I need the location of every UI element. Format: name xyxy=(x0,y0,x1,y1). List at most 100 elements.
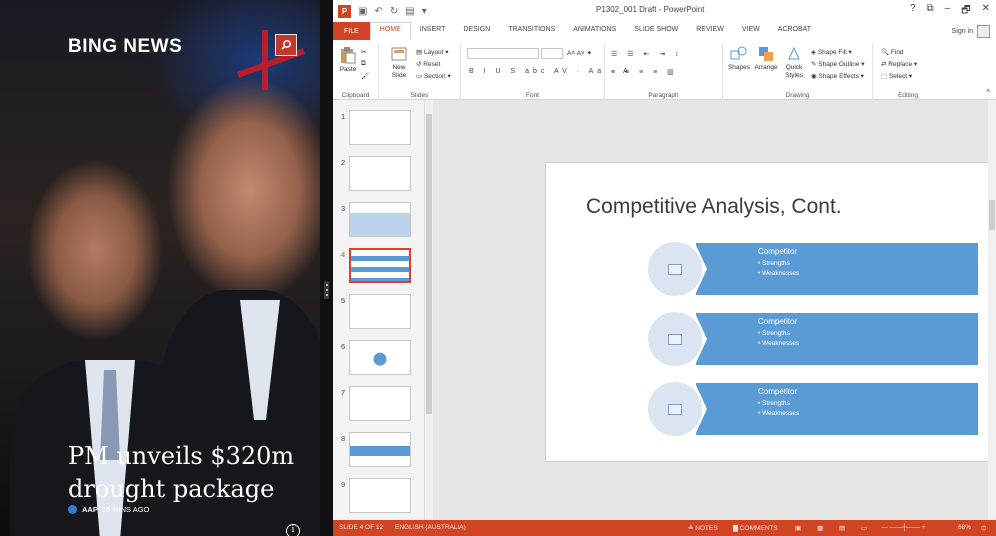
slide[interactable]: Competitive Analysis, Cont. Competitor •… xyxy=(545,162,996,462)
slide-thumbnail-1[interactable] xyxy=(349,110,411,145)
slide-thumbnail-4[interactable] xyxy=(349,248,411,283)
notes-button[interactable]: ≜ NOTES xyxy=(688,524,718,532)
tab-slide-show[interactable]: SLIDE SHOW xyxy=(625,22,687,40)
quick-styles-button[interactable]: Quick Styles xyxy=(781,46,807,80)
article-time: 16 MINS AGO xyxy=(101,505,150,514)
alignment-buttons[interactable]: ≡ ≡ ≡ ≡ ▥ xyxy=(611,68,678,76)
slide-sorter-icon[interactable]: ▦ xyxy=(817,524,823,532)
info-icon[interactable]: i xyxy=(286,524,300,536)
list-indent-buttons[interactable]: ☰ ☰ ⇤ ⇥ ↕ xyxy=(611,50,683,58)
paste-label: Paste xyxy=(339,66,357,73)
save-icon[interactable]: ▣ xyxy=(358,6,367,17)
shapes-button[interactable]: Shapes xyxy=(727,46,751,72)
collapse-ribbon-icon[interactable]: ˄ xyxy=(986,88,990,95)
shape-outline-button[interactable]: ✎ Shape Outline ▾ xyxy=(811,60,865,68)
close-button[interactable]: ✕ xyxy=(982,3,990,20)
section-label: Section xyxy=(423,73,446,80)
window-controls: ? ⧉ – 🗗 ✕ xyxy=(910,3,990,20)
avatar-icon[interactable] xyxy=(977,25,990,38)
ribbon-display-button[interactable]: ⧉ xyxy=(927,3,934,20)
slide-thumbnail-2[interactable] xyxy=(349,156,411,191)
font-name-combo[interactable] xyxy=(467,48,539,59)
slide-title[interactable]: Competitive Analysis, Cont. xyxy=(586,195,842,219)
slide-thumbnail-8[interactable] xyxy=(349,432,411,467)
tab-review[interactable]: REVIEW xyxy=(687,22,733,40)
new-slide-button[interactable]: New Slide xyxy=(387,46,411,80)
tab-design[interactable]: DESIGN xyxy=(454,22,499,40)
reading-view-icon[interactable]: ▤ xyxy=(839,524,845,532)
competitor-heading: Competitor xyxy=(758,317,798,326)
smartart-bar[interactable]: Competitor • Strengths • Weaknesses xyxy=(695,243,978,295)
help-button[interactable]: ? xyxy=(910,3,916,20)
quick-access-toolbar: P ▣ ↶ ↻ ▤ ▾ xyxy=(333,4,427,18)
canvas-scroll-knob[interactable] xyxy=(989,200,995,230)
sign-in[interactable]: Sign in xyxy=(952,25,990,38)
restore-button[interactable]: 🗗 xyxy=(961,3,970,20)
cut-icon[interactable]: ✂ xyxy=(361,48,366,56)
arrange-label: Arrange xyxy=(754,64,778,71)
zoom-level[interactable]: 68% xyxy=(958,524,971,531)
thumb-number: 2 xyxy=(341,158,346,167)
minimize-button[interactable]: – xyxy=(945,3,951,20)
snap-splitter[interactable] xyxy=(320,0,333,536)
copy-icon[interactable]: ⧉ xyxy=(361,60,366,68)
undo-icon[interactable]: ↶ xyxy=(374,6,382,17)
smartart-bar[interactable]: Competitor • Strengths • Weaknesses xyxy=(695,313,978,365)
paste-button[interactable]: Paste xyxy=(338,46,358,74)
slide-thumbnail-9[interactable] xyxy=(349,478,411,513)
font-group-label: Font xyxy=(525,92,539,99)
headline[interactable]: PM unveils $320m drought package xyxy=(68,440,318,506)
smartart-row[interactable]: Competitor • Strengths • Weaknesses xyxy=(646,240,986,298)
arrange-button[interactable]: Arrange xyxy=(753,46,779,72)
smartart-row[interactable]: Competitor • Strengths • Weaknesses xyxy=(646,310,986,368)
fit-slide-icon[interactable]: ⊡ xyxy=(981,524,986,532)
picture-placeholder[interactable] xyxy=(646,380,704,438)
smartart-row[interactable]: Competitor • Strengths • Weaknesses xyxy=(646,380,986,438)
bing-news-pane: BING NEWS PM unveils $320m drought packa… xyxy=(0,0,320,536)
slide-thumbnail-6[interactable] xyxy=(349,340,411,375)
redo-icon[interactable]: ↻ xyxy=(390,6,398,17)
tab-animations[interactable]: ANIMATIONS xyxy=(564,22,625,40)
select-label: Select xyxy=(888,73,908,80)
slide-show-icon[interactable]: ▭ xyxy=(861,524,867,532)
zoom-slider[interactable]: — ——┼—— + xyxy=(881,524,926,531)
customize-qat-icon[interactable]: ▾ xyxy=(422,6,427,17)
normal-view-icon[interactable]: ▣ xyxy=(795,524,801,532)
picture-placeholder[interactable] xyxy=(646,310,704,368)
slide-thumbnail-7[interactable] xyxy=(349,386,411,421)
font-size-combo[interactable] xyxy=(541,48,563,59)
tab-file[interactable]: FILE xyxy=(333,22,370,40)
tab-insert[interactable]: INSERT xyxy=(411,22,455,40)
find-button[interactable]: 🔍 Find xyxy=(881,48,904,56)
layout-button[interactable]: ▤ Layout ▾ xyxy=(416,48,449,56)
sign-in-label[interactable]: Sign in xyxy=(952,28,973,35)
smartart-bar[interactable]: Competitor • Strengths • Weaknesses xyxy=(695,383,978,435)
section-button[interactable]: ▭ Section ▾ xyxy=(416,72,451,80)
replace-button[interactable]: ⇄ Replace ▾ xyxy=(881,60,917,68)
present-icon[interactable]: ▤ xyxy=(405,6,414,17)
splitter-grip-icon[interactable] xyxy=(324,281,329,299)
slide-thumbnail-3[interactable] xyxy=(349,202,411,237)
picture-placeholder[interactable] xyxy=(646,240,704,298)
shape-fill-button[interactable]: ◈ Shape Fill ▾ xyxy=(811,48,852,56)
shape-effects-button[interactable]: ◉ Shape Effects ▾ xyxy=(811,72,864,80)
drawing-group: Shapes Arrange Quick Styles ◈ Shape Fill… xyxy=(723,44,873,100)
language[interactable]: ENGLISH (AUSTRALIA) xyxy=(395,524,466,531)
grow-shrink-font-icons[interactable]: A˄ A˅ ✦ xyxy=(567,49,592,57)
select-button[interactable]: ⬚ Select ▾ xyxy=(881,72,912,80)
slides-group: New Slide ▤ Layout ▾ ↺ Reset ▭ Section ▾… xyxy=(379,44,461,100)
tab-acrobat[interactable]: ACROBAT xyxy=(769,22,820,40)
powerpoint-logo-icon[interactable]: P xyxy=(338,4,351,18)
tab-view[interactable]: VIEW xyxy=(733,22,769,40)
reset-button[interactable]: ↺ Reset xyxy=(416,60,440,68)
slide-thumbnail-5[interactable] xyxy=(349,294,411,329)
thumbnail-scrollbar[interactable] xyxy=(424,100,433,520)
tab-home[interactable]: HOME xyxy=(369,22,411,40)
comments-button[interactable]: ▇ COMMENTS xyxy=(733,524,778,532)
format-painter-icon[interactable]: 🖌 xyxy=(361,72,369,80)
thumbnail-scroll-knob[interactable] xyxy=(426,114,432,414)
canvas-scrollbar[interactable] xyxy=(988,100,996,520)
tab-transitions[interactable]: TRANSITIONS xyxy=(499,22,564,40)
search-button[interactable] xyxy=(275,34,297,56)
comments-label: COMMENTS xyxy=(739,525,778,532)
